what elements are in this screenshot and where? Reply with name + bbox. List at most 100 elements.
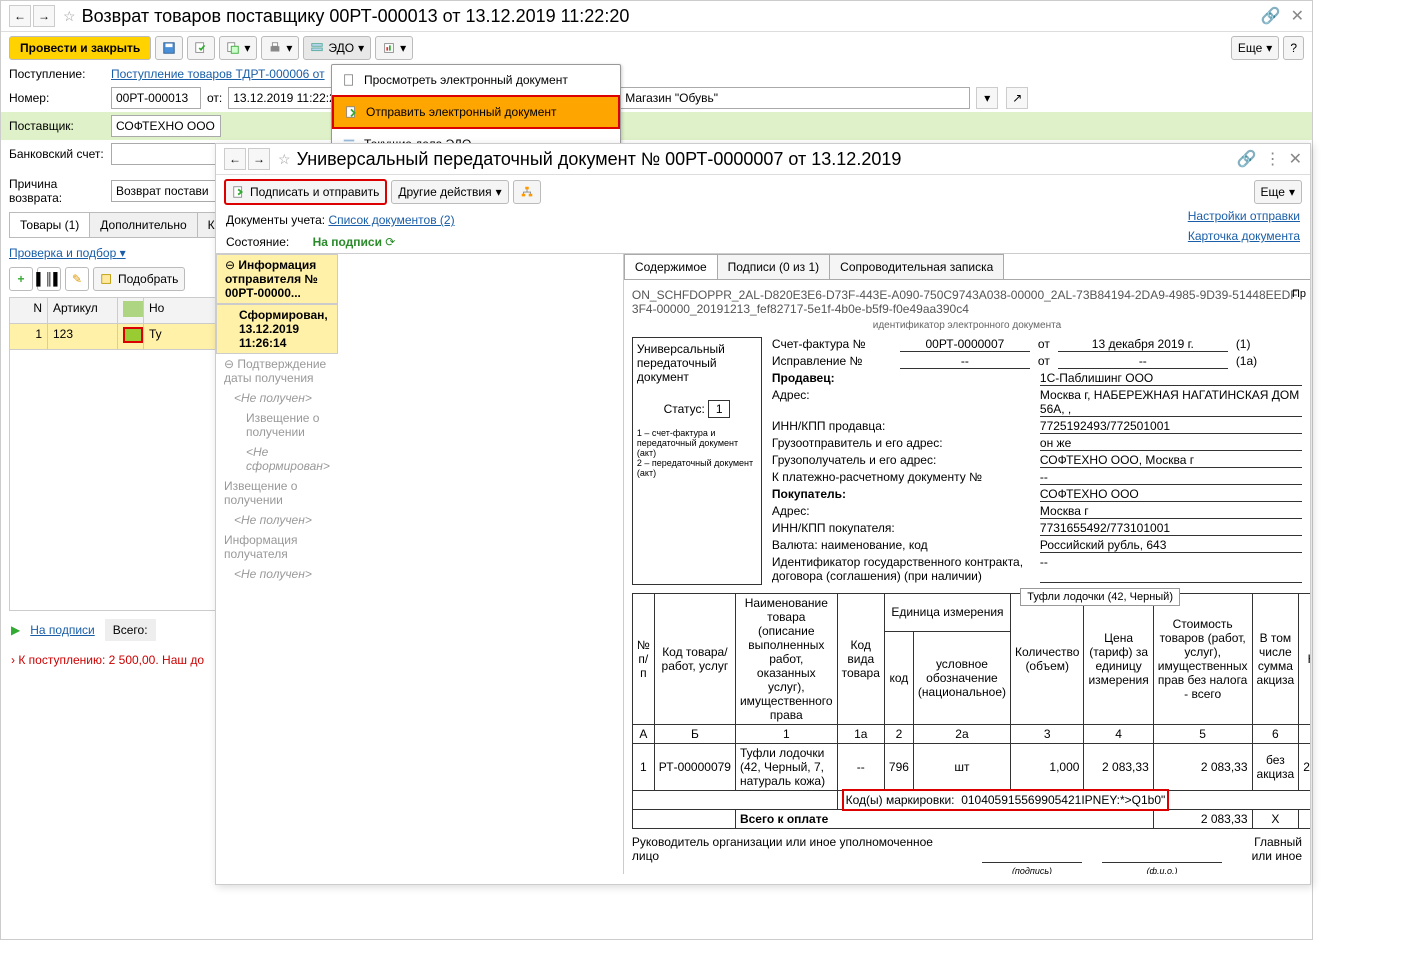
on-sign-link[interactable]: На подписи [30, 623, 95, 637]
item-tooltip: Туфли лодочки (42, Черный) [1020, 588, 1180, 606]
status-value: На подписи [313, 235, 382, 249]
edo-dropdown-button[interactable]: ЭДО ▾ [303, 36, 371, 60]
marking-code-highlight: Код(ы) маркировки: 010405915569905421IPN… [842, 789, 1170, 811]
sign-and-send-button[interactable]: Подписать и отправить [224, 179, 387, 205]
upd-more-button[interactable]: Еще ▾ [1254, 180, 1302, 204]
main-title: Возврат товаров поставщику 00РТ-000013 о… [82, 6, 1261, 27]
store-open-button[interactable]: ↗ [1006, 87, 1028, 109]
number-input[interactable] [111, 87, 201, 109]
close-icon[interactable]: ✕ [1291, 6, 1304, 26]
receipt-link[interactable]: Поступление товаров ТДРТ-000006 от [111, 67, 325, 81]
link-icon[interactable]: 🔗 [1261, 6, 1281, 26]
activity-recipient-info[interactable]: Информация получателя [216, 530, 338, 564]
docs-list-link[interactable]: Список документов (2) [328, 213, 454, 227]
check-and-select-link[interactable]: Проверка и подбор ▾ [9, 246, 126, 260]
status-note-1: 1 – счет-фактура и передаточный документ… [637, 428, 757, 458]
doc-tab-note[interactable]: Сопроводительная записка [829, 254, 1004, 279]
help-button[interactable]: ? [1283, 36, 1304, 60]
upd-title: Универсальный передаточный документ № 00… [297, 149, 1237, 170]
nav-back-button[interactable]: ← [9, 5, 31, 27]
select-button[interactable]: Подобрать [93, 267, 185, 291]
nav-forward-button[interactable]: → [33, 5, 55, 27]
from-label: от: [207, 91, 222, 105]
number-row: Номер: от: ▾ ↗ [1, 84, 1312, 112]
upd-left-panel: Универсальный передаточный документ Стат… [632, 337, 762, 585]
barcode-button[interactable]: ▌║▌ [37, 267, 61, 291]
post-button[interactable] [187, 36, 215, 60]
status-note-2: 2 – передаточный документ (акт) [637, 458, 757, 478]
upd-link-icon[interactable]: 🔗 [1237, 149, 1257, 169]
doc-tabs: Содержимое Подписи (0 из 1) Сопроводител… [624, 254, 1310, 280]
upd-status-value: 1 [708, 400, 730, 418]
refresh-status-icon[interactable]: ⟳ [385, 235, 395, 249]
post-and-close-button[interactable]: Провести и закрыть [9, 36, 151, 60]
status-row: Состояние: На подписи ⟳ [216, 231, 1310, 253]
invoice-fields: Счет-фактура №00РТ-0000007от13 декабря 2… [772, 337, 1302, 585]
reason-label: Причина возврата: [9, 177, 105, 205]
send-document-icon [344, 105, 358, 119]
upd-menu-icon[interactable]: ⋮ [1265, 149, 1281, 169]
number-label: Номер: [9, 91, 105, 105]
upd-name: Универсальный передаточный документ [637, 342, 757, 384]
activity-not-received-3: <Не получен> [216, 564, 338, 584]
edit-row-button[interactable]: ✎ [65, 267, 89, 291]
upd-window: ← → ☆ Универсальный передаточный докумен… [215, 143, 1311, 885]
tab-goods[interactable]: Товары (1) [9, 212, 90, 237]
signature-block: Руководитель организации или иное уполно… [632, 835, 1302, 863]
store-input[interactable] [620, 87, 970, 109]
upd-meta: Документы учета: Список документов (2) Н… [216, 209, 1310, 231]
expand-icon[interactable]: ▶ [11, 623, 20, 637]
upd-nav-forward[interactable]: → [248, 148, 270, 170]
supplier-label: Поставщик: [9, 119, 105, 133]
create-based-button[interactable]: ▾ [219, 36, 257, 60]
document-icon [342, 73, 356, 87]
marking-status-icon [123, 327, 143, 343]
add-row-button[interactable]: + [9, 267, 33, 291]
grid-col-marking[interactable] [118, 298, 144, 324]
favorite-icon[interactable]: ☆ [63, 8, 76, 25]
doc-identifier: ON_SCHFDOPPR_2AL-D820E3E6-D73F-443E-A090… [632, 288, 1302, 316]
hierarchy-button[interactable] [513, 180, 541, 204]
report-button[interactable]: ▾ [375, 36, 413, 60]
activity-not-received-1: <Не получен> [216, 388, 338, 408]
status-label: Состояние: [226, 235, 289, 249]
supplier-input[interactable] [111, 115, 221, 137]
reason-input[interactable] [111, 180, 221, 202]
save-button[interactable] [155, 36, 183, 60]
activity-formed: Сформирован, 13.12.2019 11:26:14 [216, 304, 338, 354]
more-button[interactable]: Еще ▾ [1231, 36, 1279, 60]
activity-receipt-notice-1[interactable]: Извещение о получении [216, 408, 338, 442]
grid-col-n[interactable]: N [10, 298, 48, 324]
doc-tab-content[interactable]: Содержимое [624, 254, 718, 279]
upd-body: ⊖ Информация отправителя № 00РТ-00000...… [216, 253, 1310, 874]
total-row: Всего к оплате 2 083,33 X [632, 810, 1310, 829]
doc-card-link[interactable]: Карточка документа [1188, 229, 1300, 243]
send-icon [232, 185, 246, 199]
receipt-row: Поступление: Поступление товаров ТДРТ-00… [1, 64, 1312, 84]
edo-menu-view[interactable]: Просмотреть электронный документ [332, 65, 620, 95]
activity-receipt-notice-2[interactable]: Извещение о получении [216, 476, 338, 510]
main-toolbar: Провести и закрыть ▾ ▾ ЭДО ▾ ▾ Еще ▾ ? П… [1, 32, 1312, 64]
item-row-1: 1 РТ-00000079 Туфли лодочки (42, Черный,… [632, 744, 1310, 791]
bank-input[interactable] [111, 143, 221, 165]
store-select-button[interactable]: ▾ [976, 87, 998, 109]
upd-favorite-icon[interactable]: ☆ [278, 151, 291, 168]
bank-label: Банковский счет: [9, 147, 105, 161]
doc-tab-signatures[interactable]: Подписи (0 из 1) [717, 254, 831, 279]
to-receipt-text: › К поступлению: 2 500,00. Наш до [11, 653, 204, 667]
tab-extra[interactable]: Дополнительно [89, 212, 197, 237]
activity-list: ⊖ Информация отправителя № 00РТ-00000...… [216, 254, 338, 874]
activity-sender-info[interactable]: ⊖ Информация отправителя № 00РТ-00000... [216, 254, 338, 304]
send-settings-link[interactable]: Настройки отправки [1188, 209, 1300, 223]
activity-not-formed: <Не сформирован> [216, 442, 338, 476]
activity-date-confirm[interactable]: ⊖ Подтверждение даты получения [216, 354, 338, 388]
other-actions-button[interactable]: Другие действия ▾ [391, 180, 508, 204]
edo-menu-send[interactable]: Отправить электронный документ [332, 95, 620, 129]
print-button[interactable]: ▾ [261, 36, 299, 60]
upd-titlebar: ← → ☆ Универсальный передаточный докумен… [216, 144, 1310, 175]
upd-close-icon[interactable]: ✕ [1289, 149, 1302, 169]
date-input[interactable] [228, 87, 338, 109]
docs-label: Документы учета: [226, 213, 325, 227]
grid-col-article[interactable]: Артикул [48, 298, 118, 324]
upd-nav-back[interactable]: ← [224, 148, 246, 170]
